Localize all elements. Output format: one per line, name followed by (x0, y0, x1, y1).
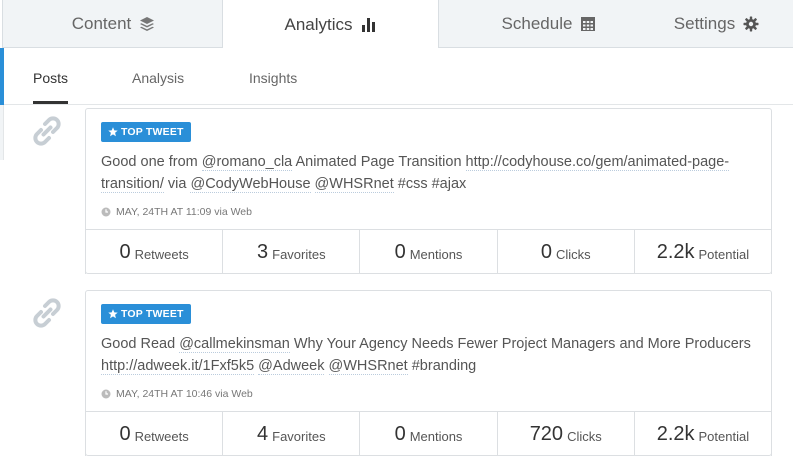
subtab-insights[interactable]: Insights (249, 70, 297, 86)
mention-link[interactable]: @CodyWebHouse (190, 176, 311, 193)
hashtags[interactable]: #css #ajax (394, 176, 467, 192)
tweet-text-part: via (163, 176, 191, 192)
stat-favorites: 4 Favorites (222, 412, 359, 456)
post-meta: MAY, 24TH AT 10:46 via Web (101, 388, 253, 400)
stat-label: Favorites (272, 247, 326, 262)
stat-label: Favorites (272, 429, 326, 444)
tweet-text-part (324, 358, 328, 374)
tab-content-label: Content (71, 14, 132, 33)
stat-value: 3 (257, 240, 269, 263)
stat-value: 0 (394, 240, 406, 263)
tab-settings-label: Settings (673, 14, 736, 33)
clock-icon (101, 389, 111, 399)
post-timestamp: MAY, 24TH AT 10:46 via Web (116, 388, 253, 400)
stat-potential: 2.2k Potential (633, 412, 773, 456)
active-indicator-bar (0, 48, 4, 105)
bar-chart-icon (361, 17, 377, 33)
stats-row: 0 Retweets 3 Favorites 0 Mentions 0 Clicks 2… (85, 229, 773, 274)
calendar-icon (580, 16, 596, 32)
stat-value: 0 (540, 240, 552, 263)
tweet-text: Good Read @callmekinsman Why Your Agency… (101, 333, 761, 377)
stat-value: 2.2k (656, 240, 695, 263)
tweet-text-part (311, 176, 315, 192)
stat-value: 0 (119, 422, 131, 445)
mention-link[interactable]: @romano_cla (201, 154, 293, 171)
gear-icon (743, 16, 759, 32)
tab-settings[interactable]: Settings (640, 0, 793, 48)
post-card: TOP TWEET Good Read @callmekinsman Why Y… (85, 290, 773, 456)
left-rail (0, 105, 4, 160)
link-icon[interactable] (31, 297, 63, 329)
sub-tab-bar (0, 48, 793, 105)
stats-row: 0 Retweets 4 Favorites 0 Mentions 720 Clicks… (85, 411, 773, 456)
subtab-posts[interactable]: Posts (33, 70, 68, 86)
left-edge (0, 0, 3, 48)
tab-schedule-label: Schedule (501, 14, 573, 33)
stat-label: Mentions (409, 429, 463, 444)
post-card: TOP TWEET Good one from @romano_cla Anim… (85, 108, 773, 274)
stat-label: Clicks (567, 429, 602, 444)
stat-label: Potential (698, 429, 750, 444)
stat-label: Mentions (409, 247, 463, 262)
tweet-text-part: Why Your Agency Needs Fewer Project Mana… (289, 336, 751, 352)
stat-retweets: 0 Retweets (85, 412, 222, 456)
star-icon (108, 309, 118, 319)
stat-value: 0 (119, 240, 131, 263)
tweet-text: Good one from @romano_cla Animated Page … (101, 151, 761, 195)
stat-clicks: 0 Clicks (496, 230, 634, 274)
stat-value: 2.2k (656, 422, 695, 445)
tweet-text-part: Good one from (101, 154, 202, 170)
link-icon[interactable] (31, 115, 63, 147)
top-tweet-badge: TOP TWEET (101, 122, 191, 142)
stat-mentions: 0 Mentions (359, 412, 496, 456)
tab-schedule[interactable]: Schedule (439, 0, 659, 48)
hashtags[interactable]: #branding (408, 358, 477, 374)
stat-value: 4 (257, 422, 269, 445)
tab-content[interactable]: Content (4, 0, 223, 48)
mention-link[interactable]: @WHSRnet (328, 358, 408, 375)
stat-label: Clicks (555, 247, 591, 262)
stat-clicks: 720 Clicks (496, 412, 634, 456)
stat-retweets: 0 Retweets (85, 230, 222, 274)
clock-icon (101, 207, 111, 217)
stat-value: 0 (394, 422, 406, 445)
mention-link[interactable]: @callmekinsman (179, 336, 290, 353)
post-meta: MAY, 24TH AT 11:09 via Web (101, 206, 252, 218)
stat-label: Retweets (134, 247, 189, 262)
badge-label: TOP TWEET (121, 308, 184, 320)
stat-mentions: 0 Mentions (359, 230, 496, 274)
tab-analytics[interactable]: Analytics (222, 0, 439, 49)
tweet-text-part: Good Read (101, 336, 180, 352)
stat-value: 720 (529, 422, 564, 445)
mention-link[interactable]: @WHSRnet (314, 176, 394, 193)
url-link[interactable]: http://adweek.it/1Fxf5k5 (101, 358, 255, 375)
post-timestamp: MAY, 24TH AT 11:09 via Web (116, 206, 252, 218)
badge-label: TOP TWEET (121, 126, 184, 138)
tab-analytics-label: Analytics (284, 14, 353, 34)
mention-link[interactable]: @Adweek (258, 358, 325, 375)
tweet-text-part: Animated Page Transition (292, 154, 466, 170)
stat-potential: 2.2k Potential (633, 230, 773, 274)
top-tweet-badge: TOP TWEET (101, 304, 191, 324)
stat-label: Retweets (134, 429, 189, 444)
stat-favorites: 3 Favorites (222, 230, 359, 274)
layers-icon (139, 16, 155, 32)
subtab-analysis[interactable]: Analysis (132, 70, 184, 86)
star-icon (108, 127, 118, 137)
stat-label: Potential (698, 247, 750, 262)
subtab-active-underline (33, 101, 68, 104)
